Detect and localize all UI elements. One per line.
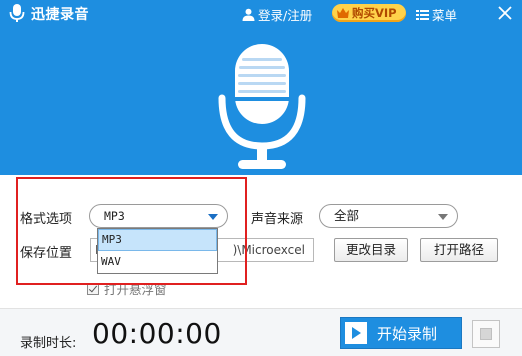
format-label: 格式选项	[20, 212, 73, 227]
play-icon	[345, 322, 367, 344]
format-option-wav[interactable]: WAV	[98, 251, 217, 273]
chevron-down-icon	[438, 214, 448, 220]
audio-source-value: 全部	[334, 209, 360, 223]
duration-label: 录制时长:	[20, 336, 77, 351]
close-icon[interactable]	[496, 4, 514, 22]
vip-label: 购买VIP	[352, 6, 397, 20]
microphone-illustration	[218, 44, 306, 169]
title-bar: 迅捷录音 登录/注册 购买VIP 菜单	[0, 0, 522, 26]
app-mic-icon	[9, 4, 25, 22]
recording-bar: 录制时长: 00:00:00 开始录制	[0, 308, 522, 356]
open-path-button[interactable]: 打开路径	[420, 238, 498, 262]
buy-vip-button[interactable]: 购买VIP	[332, 4, 406, 22]
login-register-link[interactable]: 登录/注册	[242, 5, 312, 24]
login-label: 登录/注册	[258, 8, 313, 23]
float-window-option[interactable]: 打开悬浮窗	[87, 279, 167, 298]
app-title: 迅捷录音	[31, 7, 89, 23]
float-window-label: 打开悬浮窗	[104, 282, 167, 297]
change-directory-button[interactable]: 更改目录	[334, 238, 408, 262]
menu-icon	[416, 9, 429, 20]
save-location-label: 保存位置	[20, 246, 73, 261]
start-recording-button[interactable]: 开始录制	[340, 317, 462, 349]
audio-source-select[interactable]: 全部	[319, 204, 458, 228]
timer-display: 00:00:00	[92, 317, 222, 350]
format-dropdown-list: MP3 WAV	[97, 228, 218, 274]
vip-crown-icon	[337, 8, 349, 18]
menu-button[interactable]: 菜单	[416, 5, 457, 24]
format-option-mp3[interactable]: MP3	[98, 229, 217, 251]
float-window-checkbox[interactable]	[87, 282, 99, 295]
settings-panel: 格式选项 MP3 声音来源 全部 保存位置 D )\Microexcel 更改目…	[0, 175, 522, 305]
hero-banner	[0, 26, 522, 175]
menu-label: 菜单	[432, 8, 458, 23]
format-select-value: MP3	[104, 209, 125, 223]
start-recording-label: 开始录制	[377, 324, 438, 343]
format-select[interactable]: MP3	[89, 204, 228, 228]
chevron-down-icon	[208, 214, 218, 220]
user-icon	[242, 8, 255, 21]
stop-button[interactable]	[472, 320, 500, 348]
stop-icon	[480, 328, 492, 340]
audio-source-label: 声音来源	[251, 212, 304, 227]
save-path-end: )\Microexcel	[232, 243, 305, 257]
